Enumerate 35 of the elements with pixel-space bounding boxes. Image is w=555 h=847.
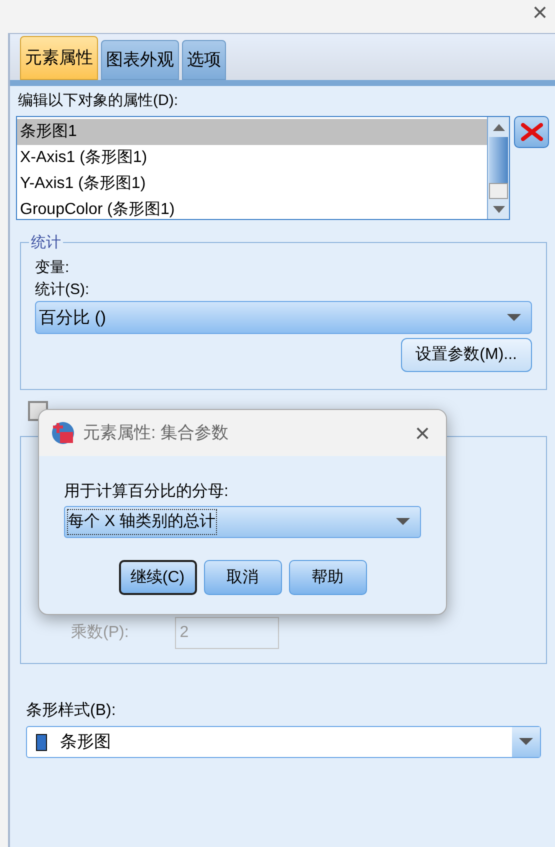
tab[interactable]: 选项 (182, 40, 226, 80)
dropdown-caret-icon (396, 518, 410, 526)
tab[interactable]: 图表外观 (101, 40, 179, 80)
dialog-button[interactable]: 取消 (204, 560, 282, 595)
delete-icon (520, 123, 542, 141)
scrollbar[interactable] (487, 117, 509, 219)
dialog-title: 元素属性: 集合参数 (83, 422, 230, 444)
dialog-button[interactable]: 继续(C) (118, 560, 196, 595)
close-button[interactable]: × (525, 0, 555, 24)
bar-style-label: 条形样式(B): (26, 700, 117, 721)
statistic-label: 统计(S): (35, 280, 90, 300)
tab[interactable]: 元素属性 (20, 36, 98, 80)
statistic-dropdown[interactable]: 百分比 () (35, 301, 532, 334)
dropdown-caret-icon (507, 314, 521, 322)
dropdown-caret-icon (519, 738, 533, 746)
list-item[interactable]: GroupColor (条形图1) (17, 197, 487, 219)
bar-icon (36, 734, 47, 750)
objects-list[interactable]: 条形图1 X-Axis1 (条形图1) Y-Axis1 (条形图1) GroupColor (条形图1) (16, 116, 510, 220)
variable-label: 变量: (35, 258, 70, 278)
bar-style-dropdown[interactable]: 条形图 (26, 726, 541, 758)
list-item[interactable]: 条形图1 (17, 119, 487, 145)
set-parameters-button[interactable]: 设置参数(M)... (400, 338, 532, 372)
denominator-dropdown[interactable]: 每个 X 轴类别的总计 (64, 506, 421, 538)
dialog-close-button[interactable]: × (414, 422, 430, 444)
denominator-label: 用于计算百分比的分母: (64, 482, 230, 502)
app-icon (51, 421, 75, 445)
list-item[interactable]: X-Axis1 (条形图1) (17, 145, 487, 171)
dialog-button[interactable]: 帮助 (288, 560, 366, 595)
scroll-up-icon[interactable] (492, 124, 504, 130)
scroll-down-icon[interactable] (492, 206, 504, 212)
list-item[interactable]: Y-Axis1 (条形图1) (17, 171, 487, 197)
scroll-thumb[interactable] (489, 183, 508, 199)
multiplier-label: 乘数(P): (71, 622, 129, 643)
objects-label: 编辑以下对象的属性(D): (18, 92, 179, 110)
delete-button[interactable] (514, 116, 549, 148)
